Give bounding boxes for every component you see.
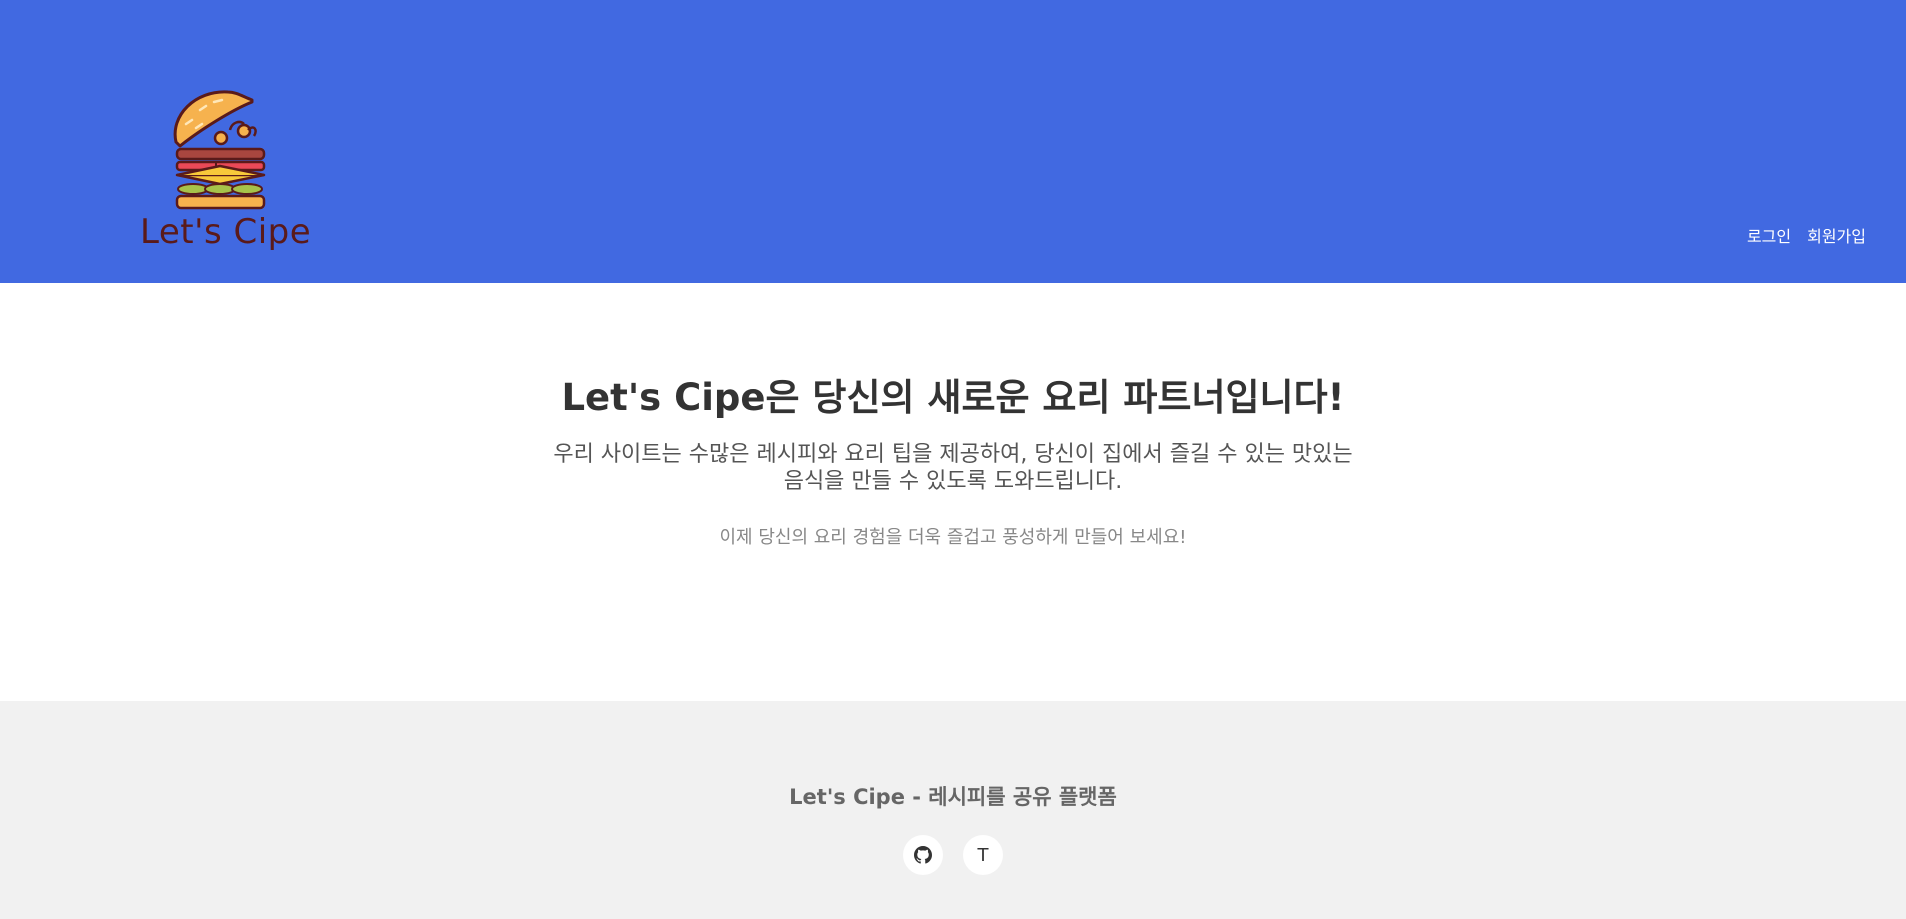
- logo-text: Let's Cipe: [140, 212, 312, 252]
- login-link[interactable]: 로그인: [1747, 223, 1791, 247]
- site-footer: Let's Cipe - 레시피를 공유 플랫폼 T: [0, 701, 1906, 919]
- hero-section: Let's Cipe은 당신의 새로운 요리 파트너입니다! 우리 사이트는 수…: [0, 283, 1906, 701]
- tistory-icon: T: [977, 844, 989, 866]
- tistory-button[interactable]: T: [963, 835, 1003, 875]
- github-icon: [914, 846, 932, 864]
- social-links: T: [0, 835, 1906, 875]
- hero-title: Let's Cipe은 당신의 새로운 요리 파트너입니다!: [561, 376, 1345, 419]
- hero-description: 우리 사이트는 수많은 레시피와 요리 팁을 제공하여, 당신이 집에서 즐길 …: [553, 442, 1353, 494]
- signup-link[interactable]: 회원가입: [1807, 223, 1866, 247]
- github-button[interactable]: [903, 835, 943, 875]
- auth-nav: 로그인 회원가입: [1747, 223, 1866, 247]
- site-header: Let's Cipe 로그인 회원가입: [0, 0, 1906, 283]
- burger-icon: [173, 90, 266, 210]
- hero-subtext: 이제 당신의 요리 경험을 더욱 즐겁고 풍성하게 만들어 보세요!: [719, 527, 1187, 548]
- footer-title: Let's Cipe - 레시피를 공유 플랫폼: [789, 785, 1117, 809]
- logo[interactable]: Let's Cipe: [140, 86, 312, 261]
